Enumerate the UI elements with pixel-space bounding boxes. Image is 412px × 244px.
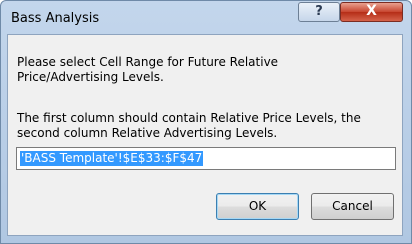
info-text-line-1: The first column should contain Relative… <box>17 111 361 125</box>
cancel-button[interactable]: Cancel <box>311 193 394 220</box>
title-bar[interactable]: Bass Analysis ? X <box>1 1 411 35</box>
window-title: Bass Analysis <box>11 11 100 26</box>
cell-range-value: 'BASS Template'!$E$33:$F$47 <box>20 151 204 166</box>
info-text-line-2: second column Relative Advertising Level… <box>17 126 278 140</box>
prompt-text-line-2: Price/Advertising Levels. <box>17 70 164 84</box>
ok-button[interactable]: OK <box>216 193 299 220</box>
help-icon: ? <box>315 4 323 19</box>
prompt-text-line-1: Please select Cell Range for Future Rela… <box>17 55 279 69</box>
close-icon: X <box>366 3 377 19</box>
cell-range-input[interactable]: 'BASS Template'!$E$33:$F$47 <box>16 147 396 170</box>
close-button[interactable]: X <box>340 2 403 22</box>
help-button[interactable]: ? <box>298 2 340 22</box>
